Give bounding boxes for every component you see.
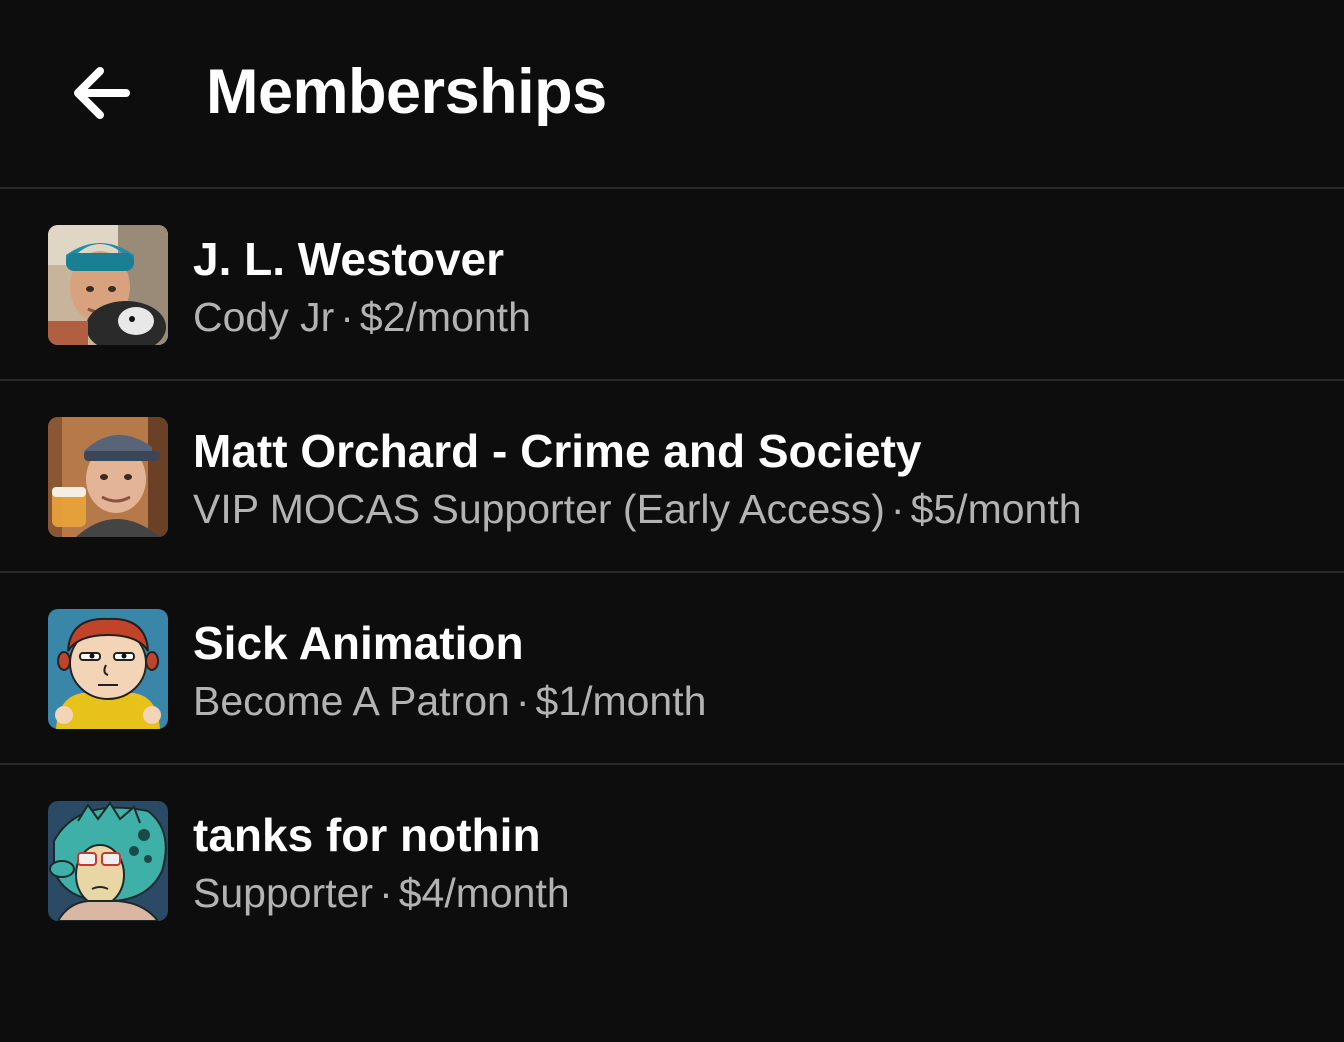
membership-row[interactable]: Matt Orchard - Crime and Society VIP MOC…	[0, 381, 1344, 571]
separator: ·	[379, 870, 393, 916]
page-title: Memberships	[206, 57, 607, 127]
back-button[interactable]	[56, 48, 146, 138]
tier-info: Cody Jr · $2/month	[193, 291, 531, 343]
separator: ·	[515, 678, 530, 724]
tier-info: Become A Patron · $1/month	[193, 675, 706, 727]
creator-name: J. L. Westover	[193, 233, 505, 285]
separator: ·	[890, 486, 905, 532]
tier-price: $5/month	[910, 486, 1082, 532]
creator-avatar	[48, 609, 168, 729]
creator-name: Sick Animation	[193, 617, 524, 669]
separator: ·	[340, 294, 354, 340]
tier-price: $1/month	[535, 678, 707, 724]
creator-name: Matt Orchard - Crime and Society	[193, 425, 922, 477]
tier-name: Become A Patron	[193, 678, 510, 724]
membership-row[interactable]: Sick Animation Become A Patron · $1/month	[0, 573, 1344, 763]
app-header: Memberships	[0, 0, 1344, 188]
tier-name: Supporter	[193, 870, 374, 916]
tier-name: Cody Jr	[193, 294, 335, 340]
tier-name: VIP MOCAS Supporter (Early Access)	[193, 486, 885, 532]
creator-avatar	[48, 417, 168, 537]
tier-price: $2/month	[359, 294, 531, 340]
creator-name: tanks for nothin	[193, 809, 541, 861]
creator-avatar	[48, 225, 168, 345]
tier-info: Supporter · $4/month	[193, 867, 570, 919]
membership-row[interactable]: J. L. Westover Cody Jr · $2/month	[0, 189, 1344, 379]
tier-info: VIP MOCAS Supporter (Early Access) · $5/mo…	[193, 483, 1082, 535]
arrow-left-icon	[74, 67, 130, 119]
tier-price: $4/month	[398, 870, 570, 916]
creator-avatar	[48, 801, 168, 921]
membership-row[interactable]: tanks for nothin Supporter · $4/month	[0, 765, 1344, 955]
